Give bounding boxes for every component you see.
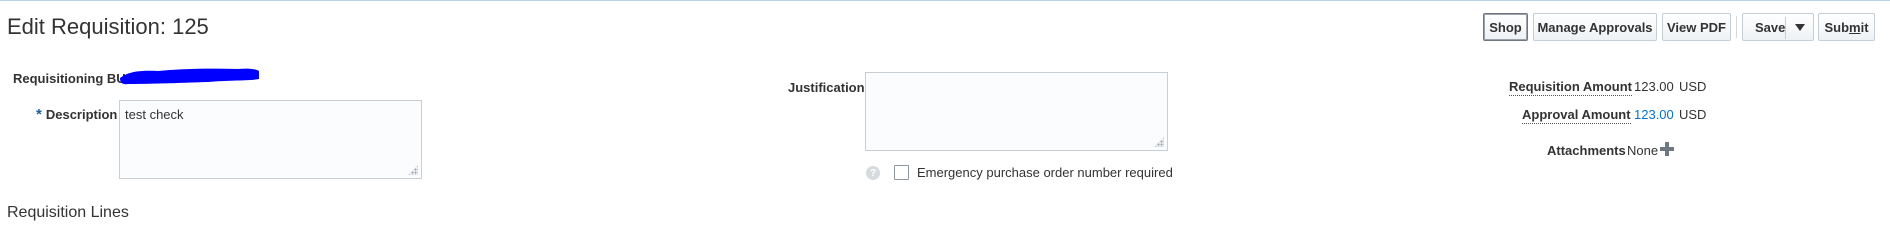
emergency-po-checkbox[interactable]: [894, 165, 909, 180]
save-menu-dropdown[interactable]: [1795, 24, 1805, 31]
submit-label-mnemonic: m: [1849, 19, 1861, 35]
submit-label-pre: Sub: [1824, 19, 1850, 35]
description-label: Description: [45, 107, 118, 122]
add-attachment-icon[interactable]: [1660, 142, 1674, 156]
required-indicator: *: [36, 106, 42, 123]
requisition-amount-label-text: Requisition Amount: [1509, 79, 1633, 96]
toolbar-divider: [1736, 16, 1737, 38]
approval-amount-label-text: Approval Amount: [1522, 107, 1631, 124]
attachments-label: Attachments: [1547, 143, 1626, 158]
attachments-value: None: [1627, 143, 1659, 158]
top-border: [0, 0, 1890, 1]
approval-amount-currency: USD: [1679, 107, 1707, 122]
requisition-amount-currency: USD: [1679, 79, 1707, 94]
approval-amount-link[interactable]: 123.00: [1634, 107, 1674, 122]
split-separator: [1785, 17, 1786, 39]
redacted-value: [120, 68, 259, 85]
help-icon[interactable]: ?: [866, 166, 880, 180]
shop-button[interactable]: Shop: [1483, 13, 1528, 41]
description-field[interactable]: [119, 100, 422, 179]
view-pdf-button[interactable]: View PDF: [1662, 13, 1731, 41]
requisition-amount-label: Requisition Amount: [1509, 79, 1633, 96]
requisition-lines-heading: Requisition Lines: [7, 204, 129, 221]
requisition-amount-value: 123.00: [1634, 79, 1674, 94]
save-button[interactable]: Save: [1755, 20, 1785, 35]
save-split-button: Save: [1742, 13, 1814, 41]
chevron-down-icon: [1795, 24, 1805, 31]
requisitioning-bu-label: Requisitioning BU: [13, 71, 126, 86]
emergency-po-label: Emergency purchase order number required: [917, 165, 1173, 180]
description-label-wrap: * Description: [36, 106, 117, 123]
justification-field[interactable]: [865, 72, 1168, 151]
justification-label: Justification: [788, 80, 865, 95]
manage-approvals-button[interactable]: Manage Approvals: [1533, 13, 1657, 41]
approval-amount-label: Approval Amount: [1522, 107, 1631, 124]
page-title: Edit Requisition: 125: [7, 14, 209, 39]
submit-label-post: it: [1860, 19, 1869, 35]
submit-button[interactable]: Sub m it: [1818, 13, 1875, 41]
